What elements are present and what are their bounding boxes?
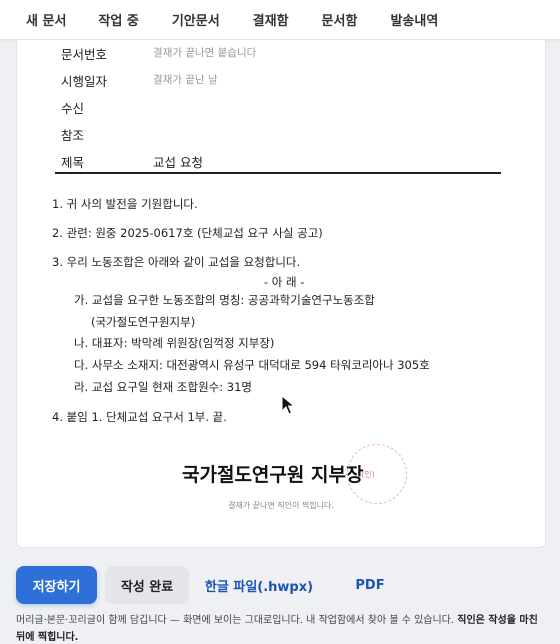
tab-document-box[interactable]: 문서함 — [322, 10, 358, 29]
tab-sent-history[interactable]: 발송내역 — [390, 10, 438, 29]
signature-name: 국가절도연구원 지부장 — [182, 464, 364, 486]
effective-date-value: 결재가 끝난 날 — [153, 74, 218, 86]
seal-text: (인) — [361, 469, 375, 479]
tab-in-progress[interactable]: 작업 중 — [98, 10, 138, 29]
doc-number-row: 문서번호 결재가 끝나면 붙습니다 — [61, 44, 256, 62]
reference-label: 참조 — [61, 128, 85, 143]
body-line-item-a: 가. 교섭을 요구한 노동조합의 명칭: 공공과학기술연구노동조합 — [74, 293, 375, 307]
tab-new-document[interactable]: 새 문서 — [26, 10, 66, 29]
reference-row: 참조 — [61, 125, 84, 143]
body-line-4: 4. 붙임 1. 단체교섭 요구서 1부. 끝. — [52, 410, 227, 424]
doc-number-label: 문서번호 — [61, 47, 108, 62]
footnote-text: 머리글·본문·꼬리글이 함께 담깁니다 — 화면에 보이는 그대로입니다. 내 … — [16, 615, 458, 626]
subject-value: 교섭 요청 — [153, 155, 203, 170]
body-line-item-a-cont: (국가절도연구원지부) — [91, 315, 196, 329]
top-navigation: 새 문서 작업 중 기안문서 결재함 문서함 발송내역 — [0, 0, 560, 40]
download-pdf-button[interactable]: PDF — [346, 566, 394, 604]
tab-approval-box[interactable]: 결재함 — [253, 10, 289, 29]
subject-row: 제목 교섭 요청 — [61, 152, 203, 170]
mouse-cursor-icon — [281, 395, 295, 415]
effective-date-row: 시행일자 결재가 끝난 날 — [61, 71, 218, 89]
header-divider — [55, 172, 501, 174]
body-line-3: 3. 우리 노동조합은 아래와 같이 교섭을 요청합니다. — [52, 255, 301, 269]
recipient-label: 수신 — [61, 101, 85, 116]
body-line-2: 2. 관련: 원중 2025-0617호 (단체교섭 요구 사실 공고) — [52, 226, 323, 240]
recipient-row: 수신 — [61, 98, 84, 116]
download-hwpx-button[interactable]: 한글 파일(.hwpx) — [205, 566, 313, 604]
save-button[interactable]: 저장하기 — [16, 566, 97, 604]
tab-drafts[interactable]: 기안문서 — [172, 10, 220, 29]
effective-date-label: 시행일자 — [61, 74, 108, 89]
complete-button[interactable]: 작성 완료 — [105, 566, 189, 604]
body-line-notice: - 아 래 - — [264, 275, 305, 289]
seal-placeholder: (인) — [347, 444, 407, 504]
doc-number-value: 결재가 끝나면 붙습니다 — [153, 47, 257, 59]
signature-note: 결재가 끝나면 직인이 찍힙니다. — [228, 501, 334, 510]
body-line-item-d: 라. 교섭 요구일 현재 조합원수: 31명 — [74, 380, 252, 394]
body-line-item-b: 나. 대표자: 박막례 위원장(임꺽정 지부장) — [74, 336, 275, 350]
body-line-1: 1. 귀 사의 발전을 기원합니다. — [52, 197, 198, 211]
subject-label: 제목 — [61, 155, 85, 170]
footnote: 머리글·본문·꼬리글이 함께 담깁니다 — 화면에 보이는 그대로입니다. 내 … — [16, 612, 546, 644]
document-preview: 문서번호 결재가 끝나면 붙습니다 시행일자 결재가 끝난 날 수신 참조 제목… — [16, 40, 546, 548]
body-line-item-c: 다. 사무소 소재지: 대전광역시 유성구 대덕대로 594 타워코리아나 30… — [74, 358, 430, 372]
